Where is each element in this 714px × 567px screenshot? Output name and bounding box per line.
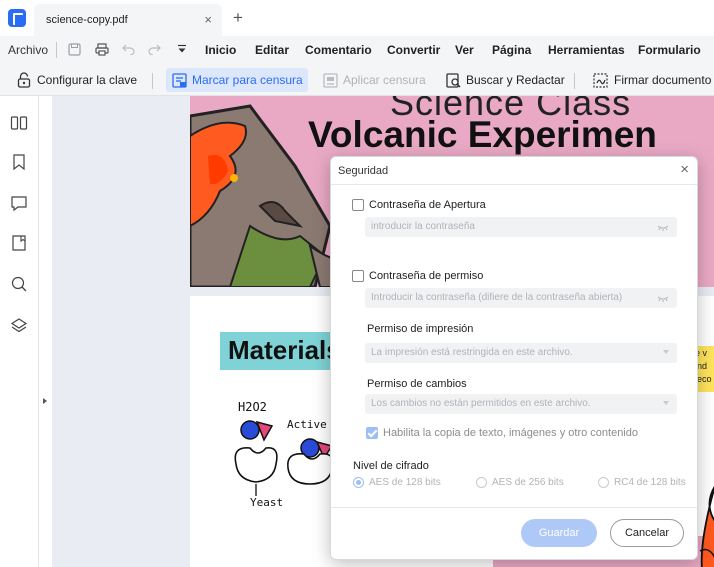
cancel-button[interactable]: Cancelar bbox=[610, 519, 684, 547]
aes128-label: AES de 128 bits bbox=[369, 477, 441, 488]
aes256-label: AES de 256 bits bbox=[492, 477, 564, 488]
lock-icon bbox=[16, 72, 32, 88]
encryption-level-label: Nivel de cifrado bbox=[353, 460, 429, 472]
protect-toolbar: Configurar la clave Marcar para censura … bbox=[0, 64, 714, 96]
menu-pagina[interactable]: Página bbox=[492, 43, 531, 57]
encryption-option-aes128[interactable]: AES de 128 bits bbox=[353, 477, 441, 488]
tab-close-icon[interactable]: × bbox=[204, 12, 212, 27]
print-permission-label: Permiso de impresión bbox=[367, 323, 474, 335]
chevron-down-icon bbox=[663, 350, 669, 354]
permission-password-field[interactable]: Introducir la contraseña (difiere de la … bbox=[365, 288, 677, 308]
apply-redaction-icon bbox=[322, 72, 338, 88]
encryption-option-rc4[interactable]: RC4 de 128 bits bbox=[598, 477, 686, 488]
marcar-censura-label: Marcar para censura bbox=[192, 73, 303, 87]
open-password-checkbox-row[interactable]: Contraseña de Apertura bbox=[352, 199, 486, 211]
menu-formulario[interactable]: Formulario bbox=[638, 43, 701, 57]
marcar-censura-button[interactable]: Marcar para censura bbox=[166, 68, 308, 92]
document-tab[interactable]: science-copy.pdf × bbox=[34, 4, 222, 36]
page-title: Volcanic Experimen bbox=[308, 114, 657, 155]
toolbar-separator bbox=[152, 73, 153, 89]
radio-aes256[interactable] bbox=[476, 477, 487, 488]
menu-ver[interactable]: Ver bbox=[455, 43, 474, 57]
encryption-option-aes256[interactable]: AES de 256 bits bbox=[476, 477, 564, 488]
collapsed-panel bbox=[39, 96, 52, 567]
print-permission-value: La impresión está restringida en este ar… bbox=[371, 347, 573, 358]
search-icon[interactable] bbox=[10, 275, 28, 293]
close-icon[interactable]: × bbox=[680, 161, 689, 178]
radio-rc4[interactable] bbox=[598, 477, 609, 488]
copy-content-checkbox[interactable] bbox=[366, 427, 378, 439]
yeast-label: Yeast bbox=[250, 496, 284, 509]
permission-password-placeholder: Introducir la contraseña (difiere de la … bbox=[371, 292, 623, 303]
dialog-divider bbox=[331, 184, 697, 185]
mark-redaction-icon bbox=[171, 72, 187, 88]
open-password-checkbox[interactable] bbox=[352, 199, 364, 211]
chevron-down-icon bbox=[663, 401, 669, 405]
hidden-eye-icon[interactable] bbox=[657, 292, 669, 304]
undo-icon[interactable] bbox=[120, 41, 136, 57]
title-bar: science-copy.pdf × + bbox=[0, 0, 714, 36]
redo-icon[interactable] bbox=[146, 41, 162, 57]
security-dialog: Seguridad × Contraseña de Apertura intro… bbox=[330, 156, 698, 560]
comment-icon[interactable] bbox=[10, 194, 28, 212]
buscar-redactar-button[interactable]: Buscar y Redactar bbox=[440, 68, 570, 92]
thumbnails-icon[interactable] bbox=[10, 114, 28, 132]
bookmark-icon[interactable] bbox=[10, 153, 28, 171]
configurar-clave-label: Configurar la clave bbox=[37, 73, 138, 87]
permission-password-checkbox[interactable] bbox=[352, 270, 364, 282]
menu-comentario[interactable]: Comentario bbox=[305, 43, 372, 57]
open-password-field[interactable]: introducir la contraseña bbox=[365, 217, 677, 237]
radio-aes128[interactable] bbox=[353, 477, 364, 488]
menu-editar[interactable]: Editar bbox=[255, 43, 289, 57]
h2o2-label: H2O2 bbox=[238, 400, 267, 414]
left-sidebar bbox=[0, 96, 39, 567]
open-password-placeholder: introducir la contraseña bbox=[371, 221, 475, 232]
save-icon[interactable] bbox=[66, 41, 82, 57]
configurar-clave-button[interactable]: Configurar la clave bbox=[11, 68, 142, 92]
permission-password-checkbox-row[interactable]: Contraseña de permiso bbox=[352, 270, 483, 282]
change-permission-value: Los cambios no están permitidos en este … bbox=[371, 398, 591, 409]
firmar-documento-button[interactable]: Firmar documento bbox=[588, 68, 714, 92]
search-redact-icon bbox=[445, 72, 461, 88]
app-logo-icon bbox=[8, 9, 26, 27]
dialog-title: Seguridad bbox=[338, 165, 389, 177]
dialog-footer-divider bbox=[331, 507, 697, 508]
permission-password-label: Contraseña de permiso bbox=[369, 270, 484, 282]
print-icon[interactable] bbox=[94, 41, 110, 57]
rc4-label: RC4 de 128 bits bbox=[614, 477, 686, 488]
save-button[interactable]: Guardar bbox=[521, 519, 597, 547]
firmar-documento-label: Firmar documento bbox=[614, 73, 712, 87]
change-permission-label: Permiso de cambios bbox=[367, 378, 467, 390]
menu-bar: Archivo Inicio Editar Comentario Convert… bbox=[0, 36, 714, 64]
hidden-eye-icon[interactable] bbox=[657, 221, 669, 233]
attachment-page-icon[interactable] bbox=[10, 234, 28, 252]
aplicar-censura-button[interactable]: Aplicar censura bbox=[317, 68, 431, 92]
menu-separator bbox=[56, 42, 57, 58]
layers-icon[interactable] bbox=[10, 317, 28, 335]
copy-content-label: Habilita la copia de texto, imágenes y o… bbox=[383, 427, 638, 439]
change-permission-select[interactable]: Los cambios no están permitidos en este … bbox=[365, 394, 677, 414]
aplicar-censura-label: Aplicar censura bbox=[343, 73, 426, 87]
print-permission-select[interactable]: La impresión está restringida en este ar… bbox=[365, 343, 677, 363]
sign-document-icon bbox=[593, 72, 609, 88]
materials-heading: Materials bbox=[228, 335, 341, 365]
tab-title: science-copy.pdf bbox=[46, 14, 128, 26]
menu-inicio[interactable]: Inicio bbox=[205, 43, 236, 57]
open-password-label: Contraseña de Apertura bbox=[369, 199, 486, 211]
yeast-sketch-illustration bbox=[234, 420, 334, 496]
quick-access-dropdown-icon[interactable] bbox=[174, 41, 190, 57]
toolbar-separator bbox=[574, 73, 575, 89]
menu-convertir[interactable]: Convertir bbox=[387, 43, 440, 57]
copy-content-checkbox-row[interactable]: Habilita la copia de texto, imágenes y o… bbox=[366, 427, 638, 439]
expand-panel-icon[interactable] bbox=[43, 398, 47, 404]
new-tab-icon[interactable]: + bbox=[233, 8, 243, 28]
buscar-redactar-label: Buscar y Redactar bbox=[466, 73, 565, 87]
menu-herramientas[interactable]: Herramientas bbox=[548, 43, 625, 57]
menu-archivo[interactable]: Archivo bbox=[8, 43, 48, 57]
